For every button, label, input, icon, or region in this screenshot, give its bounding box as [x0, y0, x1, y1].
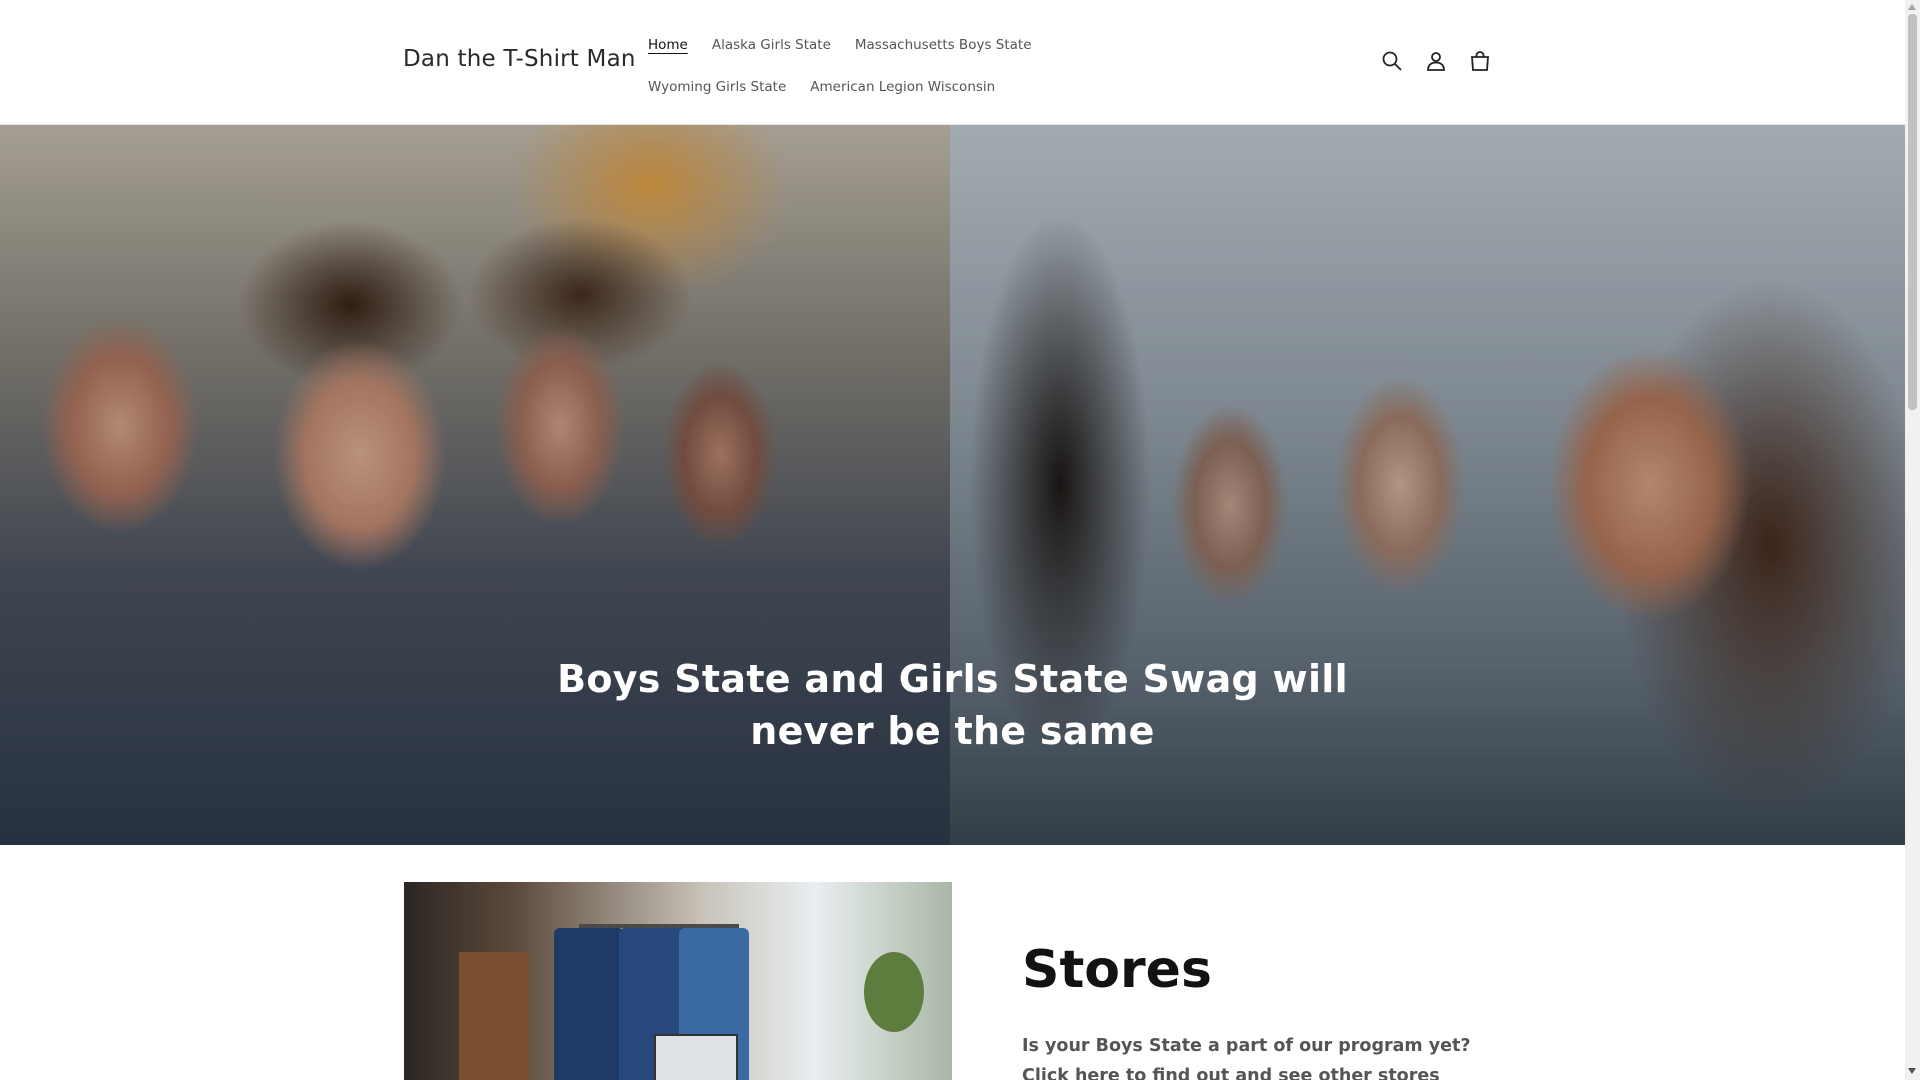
account-icon	[1427, 52, 1445, 71]
stores-text-line1: Is your Boys State a part of our program…	[1022, 1036, 1471, 1056]
main-nav: Home Alaska Girls State Massachusetts Bo…	[636, 24, 1196, 108]
scroll-up-arrow-icon[interactable]	[1908, 4, 1916, 10]
stores-image	[404, 882, 952, 1080]
page: Dan the T-Shirt Man Home Alaska Girls St…	[0, 0, 1905, 1080]
stores-text: Is your Boys State a part of our program…	[1022, 1031, 1471, 1080]
nav-home[interactable]: Home	[636, 24, 700, 66]
hero-title: Boys State and Girls State Swag will nev…	[557, 657, 1348, 753]
cart-icon	[1471, 51, 1489, 71]
shirt-graphic	[554, 928, 624, 1080]
plant-graphic	[864, 952, 924, 1032]
laptop-graphic	[654, 1034, 738, 1080]
account-button[interactable]	[1420, 40, 1452, 82]
site-header: Dan the T-Shirt Man Home Alaska Girls St…	[0, 0, 1905, 125]
scrollbar[interactable]	[1905, 0, 1920, 1080]
shelf-graphic	[459, 952, 529, 1080]
scroll-thumb[interactable]	[1908, 14, 1917, 410]
stores-link[interactable]: Click here to find out and see other sto…	[1022, 1066, 1440, 1080]
stores-heading: Stores	[1022, 940, 1212, 1000]
hero-banner: Boys State and Girls State Swag will nev…	[0, 125, 1905, 845]
nav-alaska-girls-state[interactable]: Alaska Girls State	[700, 24, 843, 66]
scroll-down-arrow-icon[interactable]	[1908, 1068, 1916, 1074]
nav-massachusetts-boys-state[interactable]: Massachusetts Boys State	[843, 24, 1044, 66]
brand-link[interactable]: Dan the T-Shirt Man	[403, 46, 636, 72]
nav-american-legion-wisconsin[interactable]: American Legion Wisconsin	[798, 66, 1007, 108]
nav-wyoming-girls-state[interactable]: Wyoming Girls State	[636, 66, 798, 108]
search-button[interactable]	[1376, 40, 1408, 82]
header-icons	[1376, 40, 1496, 82]
cart-button[interactable]	[1464, 40, 1496, 82]
search-icon	[1382, 51, 1402, 71]
